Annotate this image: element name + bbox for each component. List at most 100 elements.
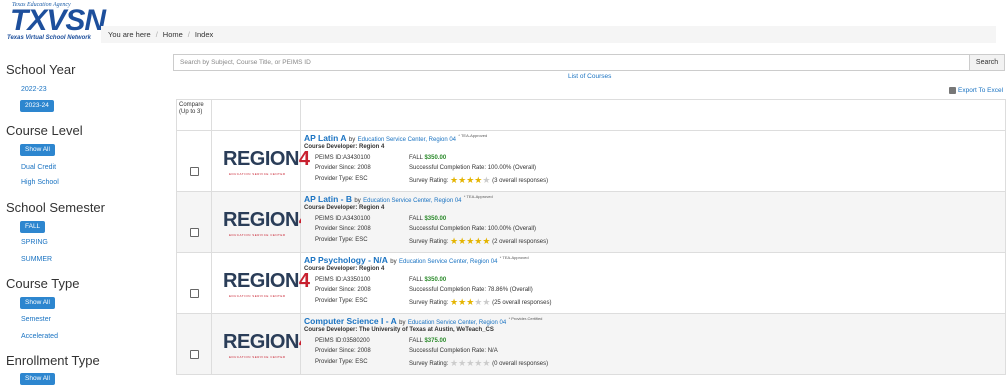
txvsn-logo[interactable]: Texas Education Agency TXVSN Texas Virtu…	[4, 2, 106, 44]
approval-badge: * Provider-Certified	[508, 316, 543, 322]
price-value: $350.00	[424, 216, 447, 222]
provider-type: Provider Type: ESC	[315, 298, 368, 304]
star-filled-icon: ★	[458, 297, 467, 307]
search-input[interactable]: Search by Subject, Course Title, or PEIM…	[173, 54, 970, 71]
completion-rate: Successful Completion Rate: 100.00% (Ove…	[409, 165, 537, 171]
approval-badge: * TEA-Approved	[463, 194, 493, 200]
region-logo-text: REGION	[223, 270, 299, 292]
star-filled-icon: ★	[450, 236, 459, 246]
by-text: by	[399, 320, 406, 326]
survey-label: Survey Rating:	[409, 239, 449, 245]
course-developer: Course Developer: Region 4	[304, 205, 385, 211]
region-4-logo[interactable]: REGION4EDUCATION SERVICE CENTER	[223, 270, 310, 298]
price-term: FALL	[409, 155, 423, 161]
star-empty-icon: ★	[482, 358, 491, 368]
provider-link[interactable]: Education Service Center, Region 04	[399, 259, 497, 265]
course-title-link[interactable]: Computer Science I - A	[304, 316, 397, 326]
course-level-heading: Course Level	[6, 123, 83, 138]
compare-checkbox[interactable]	[189, 349, 199, 359]
survey-responses: (0 overall responses)	[492, 361, 549, 367]
school-semester-heading: School Semester	[6, 200, 105, 215]
star-filled-icon: ★	[458, 236, 467, 246]
star-filled-icon: ★	[482, 236, 491, 246]
price-term: FALL	[409, 338, 423, 344]
course-level-high-school[interactable]: High School	[21, 179, 59, 186]
course-level-show-all-button[interactable]: Show All	[20, 144, 55, 156]
course-title-link[interactable]: AP Psychology - N/A	[304, 255, 388, 265]
approval-badge: * TEA-Approved	[499, 255, 529, 261]
survey-rating: Survey Rating: ★★★★★ (3 overall response…	[409, 175, 548, 186]
course-developer: Course Developer: Region 4	[304, 266, 385, 272]
course-type-show-all-button[interactable]: Show All	[20, 297, 55, 309]
completion-rate: Successful Completion Rate: N/A	[409, 348, 498, 354]
price-value: $350.00	[424, 155, 447, 161]
course-info-cell: AP Latin - B by Education Service Center…	[300, 191, 1006, 253]
breadcrumb-home-link[interactable]: Home	[163, 30, 183, 39]
course-title-link[interactable]: AP Latin A	[304, 133, 347, 143]
logo-wordmark: TXVSN	[10, 4, 106, 37]
school-year-heading: School Year	[6, 62, 76, 77]
compare-header: Compare (Up to 3)	[176, 99, 212, 131]
region-4-logo[interactable]: REGION4EDUCATION SERVICE CENTER	[223, 148, 310, 176]
region-logo-tagline: EDUCATION SERVICE CENTER	[229, 294, 286, 298]
provider-logo-cell: REGION4EDUCATION SERVICE CENTER	[211, 313, 310, 375]
compare-checkbox[interactable]	[189, 288, 199, 298]
region-4-logo[interactable]: REGION4EDUCATION SERVICE CENTER	[223, 209, 310, 237]
provider-logo-cell: REGION4EDUCATION SERVICE CENTER	[211, 191, 310, 253]
enrollment-type-heading: Enrollment Type	[6, 353, 100, 368]
semester-fall-button[interactable]: FALL	[20, 221, 46, 233]
logo-header	[211, 99, 301, 131]
semester-spring[interactable]: SPRING	[21, 239, 48, 246]
course-row: REGION4EDUCATION SERVICE CENTER AP Latin …	[176, 130, 1006, 192]
star-filled-icon: ★	[458, 175, 467, 185]
provider-since: Provider Since: 2008	[315, 165, 371, 171]
price-value: $350.00	[424, 277, 447, 283]
export-to-excel-link[interactable]: Export To Excel	[949, 87, 1003, 94]
provider-since: Provider Since: 2008	[315, 226, 371, 232]
completion-rate: Successful Completion Rate: 100.00% (Ove…	[409, 226, 537, 232]
survey-label: Survey Rating:	[409, 361, 449, 367]
course-title-link[interactable]: AP Latin - B	[304, 194, 352, 204]
provider-link[interactable]: Education Service Center, Region 04	[363, 198, 461, 204]
course-level-dual-credit[interactable]: Dual Credit	[21, 164, 56, 171]
price-line: FALL $350.00	[409, 277, 446, 283]
course-developer: Course Developer: The University of Texa…	[304, 327, 494, 333]
region-4-logo[interactable]: REGION4EDUCATION SERVICE CENTER	[223, 331, 310, 359]
region-logo-text: REGION	[223, 209, 299, 231]
provider-type: Provider Type: ESC	[315, 237, 368, 243]
school-year-2023-24-button[interactable]: 2023-24	[20, 100, 54, 112]
compare-cell	[176, 252, 212, 314]
survey-rating: Survey Rating: ★★★★★ (0 overall response…	[409, 358, 548, 369]
course-info-cell: AP Latin A by Education Service Center, …	[300, 130, 1006, 192]
enrollment-type-show-all-button[interactable]: Show All	[20, 373, 55, 385]
survey-rating: Survey Rating: ★★★★★ (25 overall respons…	[409, 297, 551, 308]
semester-summer[interactable]: SUMMER	[21, 256, 52, 263]
search-button[interactable]: Search	[969, 54, 1005, 71]
provider-type: Provider Type: ESC	[315, 359, 368, 365]
list-of-courses-link[interactable]: List of Courses	[568, 73, 611, 80]
star-empty-icon: ★	[482, 297, 491, 307]
course-title-line: AP Psychology - N/A by Education Service…	[304, 255, 529, 265]
by-text: by	[390, 259, 397, 265]
peims-id: PEIMS ID:A3430100	[315, 216, 371, 222]
compare-checkbox[interactable]	[189, 227, 199, 237]
school-year-2022-23[interactable]: 2022-23	[21, 86, 47, 93]
compare-checkbox[interactable]	[189, 166, 199, 176]
star-empty-icon: ★	[450, 358, 459, 368]
course-type-accelerated[interactable]: Accelerated	[21, 333, 58, 340]
breadcrumb-prefix: You are here	[108, 30, 151, 39]
peims-id: PEIMS ID:03580200	[315, 338, 370, 344]
provider-link[interactable]: Education Service Center, Region 04	[408, 320, 506, 326]
course-row: REGION4EDUCATION SERVICE CENTER AP Latin …	[176, 191, 1006, 253]
provider-link[interactable]: Education Service Center, Region 04	[358, 137, 456, 143]
peims-id: PEIMS ID:A3430100	[315, 155, 371, 161]
compare-cell	[176, 313, 212, 375]
provider-logo-cell: REGION4EDUCATION SERVICE CENTER	[211, 252, 310, 314]
survey-responses: (25 overall responses)	[492, 300, 552, 306]
course-row: REGION4EDUCATION SERVICE CENTER Computer …	[176, 313, 1006, 375]
compare-cell	[176, 130, 212, 192]
course-type-semester[interactable]: Semester	[21, 316, 51, 323]
logo-subtitle: Texas Virtual School Network	[7, 35, 91, 41]
provider-logo-cell: REGION4EDUCATION SERVICE CENTER	[211, 130, 310, 192]
price-line: FALL $350.00	[409, 155, 446, 161]
